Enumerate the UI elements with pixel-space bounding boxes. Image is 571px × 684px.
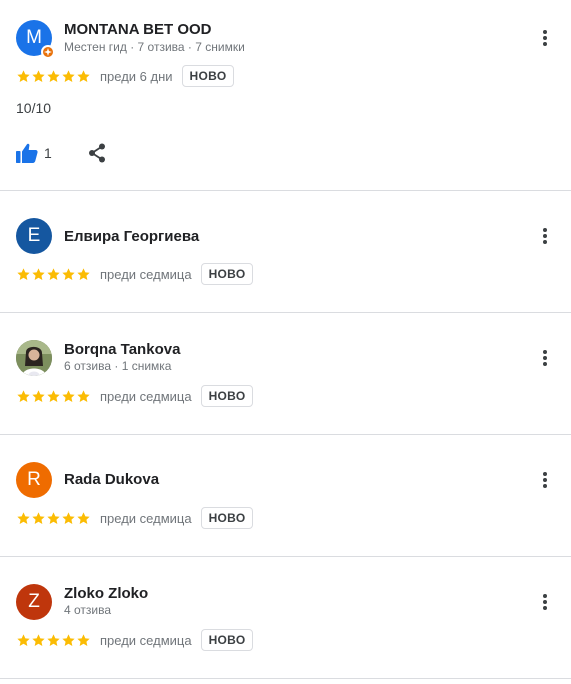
- star-icon: [62, 267, 75, 280]
- star-icon: [17, 633, 30, 646]
- star-rating: [16, 511, 91, 526]
- star-icon: [62, 511, 75, 524]
- star-icon: [47, 267, 60, 280]
- more-options-icon[interactable]: [533, 590, 557, 614]
- reviewer-name[interactable]: Rada Dukova: [64, 471, 159, 488]
- avatar[interactable]: R: [16, 462, 52, 498]
- star-icon: [47, 633, 60, 646]
- star-icon: [17, 69, 30, 82]
- star-icon: [17, 267, 30, 280]
- new-badge: НОВО: [200, 263, 254, 285]
- review-card: M MONTANA BET OOD Местен гид · 7 отзива …: [0, 0, 571, 191]
- avatar-initial: M: [26, 27, 42, 48]
- star-icon: [62, 69, 75, 82]
- star-icon: [32, 267, 45, 280]
- review-date: преди седмица: [100, 510, 192, 526]
- new-badge: НОВО: [200, 385, 254, 407]
- star-icon: [47, 69, 60, 82]
- avatar[interactable]: Е: [16, 218, 52, 254]
- thumbs-up-icon: [16, 143, 38, 163]
- star-icon: [17, 511, 30, 524]
- reviewer-meta: 6 отзива · 1 снимка: [64, 359, 172, 373]
- star-icon: [77, 633, 90, 646]
- reviewer-meta: 4 отзива: [64, 603, 112, 617]
- star-icon: [47, 511, 60, 524]
- new-badge: НОВО: [200, 629, 254, 651]
- new-badge: НОВО: [181, 65, 235, 87]
- review-card: Е Елвира Георгиева преди седмица НОВО: [0, 191, 571, 313]
- more-options-icon[interactable]: [533, 346, 557, 370]
- star-icon: [77, 69, 90, 82]
- avatar[interactable]: M: [16, 20, 55, 59]
- review-date: преди седмица: [100, 266, 192, 282]
- star-rating: [16, 267, 91, 282]
- review-text: 10/10: [16, 100, 52, 116]
- share-icon: [88, 143, 105, 163]
- star-icon: [62, 633, 75, 646]
- reviewer-meta: Местен гид · 7 отзива · 7 снимки: [64, 40, 245, 54]
- rating-row: преди седмица НОВО: [16, 263, 254, 285]
- review-card: R Rada Dukova преди седмица НОВО: [0, 435, 571, 557]
- like-button[interactable]: 1: [16, 143, 52, 163]
- rating-row: преди седмица НОВО: [16, 629, 254, 651]
- rating-row: преди седмица НОВО: [16, 507, 254, 529]
- more-options-icon[interactable]: [533, 224, 557, 248]
- reviewer-name[interactable]: MONTANA BET OOD: [64, 21, 212, 38]
- local-guide-icon: [41, 45, 55, 59]
- review-date: преди 6 дни: [100, 68, 173, 84]
- rating-row: преди 6 дни НОВО: [16, 65, 235, 87]
- review-card: Z Zloko Zloko 4 отзива преди седмица НОВ…: [0, 557, 571, 679]
- star-rating: [16, 69, 91, 84]
- avatar-photo-image: [16, 340, 52, 376]
- like-count: 1: [44, 145, 52, 161]
- star-rating: [16, 633, 91, 648]
- avatar-photo[interactable]: [16, 340, 52, 376]
- review-date: преди седмица: [100, 388, 192, 404]
- reviewer-name[interactable]: Borqna Tankova: [64, 341, 180, 358]
- star-icon: [77, 267, 90, 280]
- star-icon: [32, 389, 45, 402]
- new-badge: НОВО: [200, 507, 254, 529]
- star-icon: [62, 389, 75, 402]
- avatar-initial: Е: [27, 225, 41, 246]
- more-options-icon[interactable]: [533, 468, 557, 492]
- star-icon: [32, 633, 45, 646]
- review-date: преди седмица: [100, 632, 192, 648]
- more-options-icon[interactable]: [533, 26, 557, 50]
- star-icon: [77, 389, 90, 402]
- star-icon: [32, 69, 45, 82]
- reviewer-name[interactable]: Елвира Георгиева: [64, 228, 199, 245]
- rating-row: преди седмица НОВО: [16, 385, 254, 407]
- star-icon: [17, 389, 30, 402]
- review-card: Borqna Tankova 6 отзива · 1 снимка преди…: [0, 313, 571, 435]
- reviewer-name[interactable]: Zloko Zloko: [64, 585, 148, 602]
- share-button[interactable]: [88, 143, 106, 163]
- avatar[interactable]: Z: [16, 584, 52, 620]
- review-actions: 1: [16, 143, 106, 163]
- avatar-initial: Z: [28, 591, 40, 612]
- star-rating: [16, 389, 91, 404]
- star-icon: [77, 511, 90, 524]
- avatar-initial: R: [27, 469, 41, 490]
- star-icon: [32, 511, 45, 524]
- star-icon: [47, 389, 60, 402]
